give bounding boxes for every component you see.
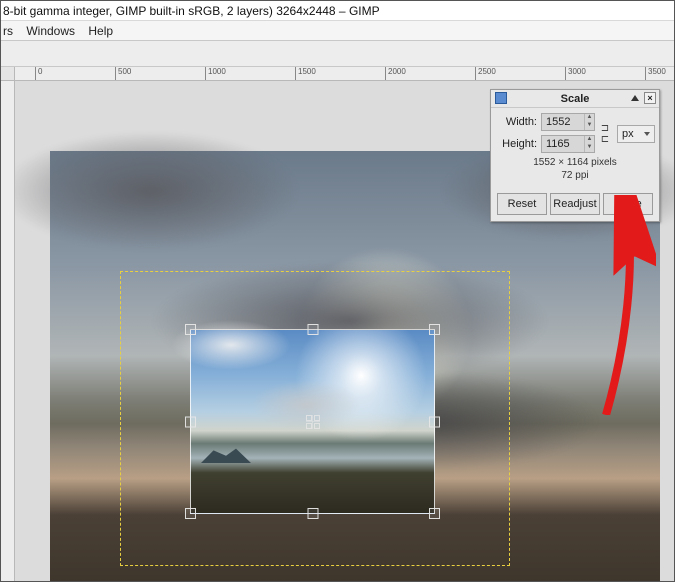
scaled-layer[interactable] xyxy=(190,329,435,514)
ruler-tick: 1000 xyxy=(205,67,226,81)
width-label: Width: xyxy=(497,116,541,128)
reset-button[interactable]: Reset xyxy=(497,193,547,215)
scale-dialog-title: Scale xyxy=(561,93,590,105)
ruler-tick: 2500 xyxy=(475,67,496,81)
window-title-text: 8-bit gamma integer, GIMP built-in sRGB,… xyxy=(3,4,380,18)
menu-item-filters-trunc[interactable]: rs xyxy=(3,24,13,38)
chain-link-icon[interactable]: ⊐⊏ xyxy=(599,123,611,145)
ruler-tick: 1500 xyxy=(295,67,316,81)
menu-item-windows[interactable]: Windows xyxy=(26,24,75,38)
ruler-tick: 3000 xyxy=(565,67,586,81)
close-icon[interactable]: × xyxy=(644,92,656,104)
height-label: Height: xyxy=(497,138,541,150)
menu-item-help[interactable]: Help xyxy=(88,24,113,38)
spin-up-icon[interactable]: ▲ xyxy=(584,114,594,122)
scale-status-ppi: 72 ppi xyxy=(497,169,653,182)
toolbar-strip xyxy=(1,41,674,67)
ruler-tick: 3500 xyxy=(645,67,666,81)
ruler-tick: 500 xyxy=(115,67,131,81)
ruler-corner xyxy=(1,67,15,81)
scale-dialog-titlebar[interactable]: Scale × xyxy=(491,90,659,108)
window-titlebar: 8-bit gamma integer, GIMP built-in sRGB,… xyxy=(1,1,674,21)
scale-handle-nw[interactable] xyxy=(185,324,196,335)
ruler-horizontal[interactable]: 0 500 1000 1500 2000 2500 3000 3500 xyxy=(15,67,674,81)
spin-up-icon[interactable]: ▲ xyxy=(584,136,594,144)
width-input[interactable]: 1552 ▲▼ xyxy=(541,113,595,131)
scale-handle-ne[interactable] xyxy=(429,324,440,335)
ruler-tick: 0 xyxy=(35,67,42,81)
scale-center-pivot[interactable] xyxy=(306,415,320,429)
scale-handle-n[interactable] xyxy=(307,324,318,335)
ruler-tick: 2000 xyxy=(385,67,406,81)
scale-dialog[interactable]: Scale × Width: 1552 ▲▼ Height: 1165 ▲▼ xyxy=(490,89,660,222)
ruler-vertical[interactable] xyxy=(1,81,15,581)
scale-status-pixels: 1552 × 1164 pixels xyxy=(497,156,653,169)
scale-handle-e[interactable] xyxy=(429,416,440,427)
scale-handle-s[interactable] xyxy=(307,508,318,519)
unit-select[interactable]: px xyxy=(617,125,655,143)
scale-tool-icon xyxy=(495,92,507,104)
spin-down-icon[interactable]: ▼ xyxy=(584,144,594,152)
scale-handle-se[interactable] xyxy=(429,508,440,519)
height-input[interactable]: 1165 ▲▼ xyxy=(541,135,595,153)
scale-handle-w[interactable] xyxy=(185,416,196,427)
scale-handle-sw[interactable] xyxy=(185,508,196,519)
menu-bar: rs Windows Help xyxy=(1,21,674,41)
scale-button[interactable]: Scale xyxy=(603,193,653,215)
readjust-button[interactable]: Readjust xyxy=(550,193,600,215)
spin-down-icon[interactable]: ▼ xyxy=(584,122,594,130)
shade-icon[interactable] xyxy=(631,95,639,101)
